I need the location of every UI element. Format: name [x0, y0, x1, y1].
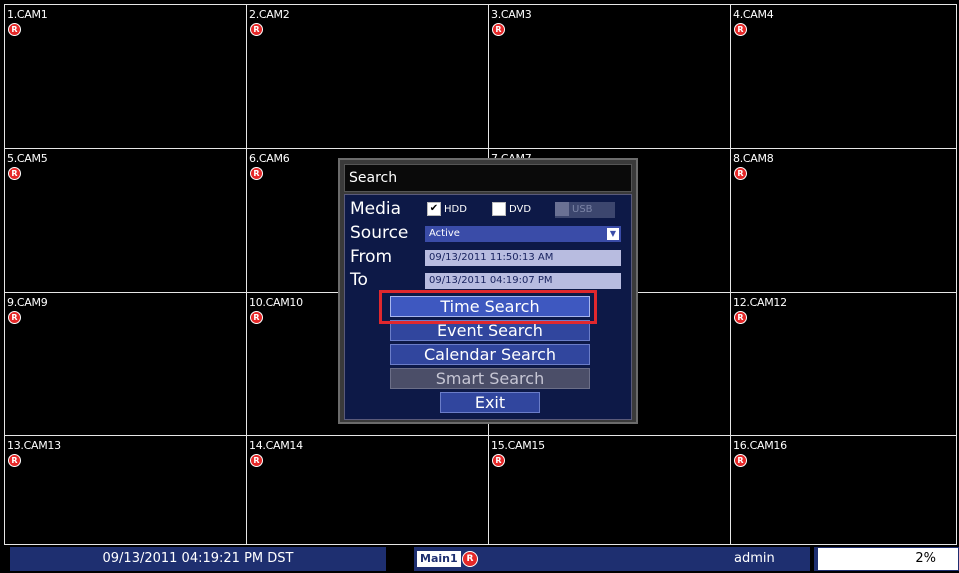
record-icon: R	[462, 551, 478, 567]
source-select[interactable]: Active ▼	[425, 226, 621, 242]
record-icon: R	[734, 311, 747, 324]
status-bar: 09/13/2011 04:19:21 PM DST Main1 R admin…	[0, 545, 959, 573]
datetime-display: 09/13/2011 04:19:21 PM DST	[10, 547, 386, 571]
camera-tile[interactable]: 4.CAM4 R	[730, 4, 957, 149]
to-label: To	[350, 270, 368, 290]
record-icon: R	[8, 311, 21, 324]
record-icon: R	[492, 454, 505, 467]
camera-tile[interactable]: 14.CAM14 R	[246, 435, 489, 545]
usb-checkbox: USB	[555, 202, 615, 218]
exit-button[interactable]: Exit	[440, 392, 540, 413]
camera-tile[interactable]: 8.CAM8 R	[730, 148, 957, 293]
camera-label: 2.CAM2	[249, 8, 290, 21]
record-icon: R	[8, 454, 21, 467]
source-label: Source	[350, 223, 409, 243]
camera-label: 6.CAM6	[249, 152, 290, 165]
user-label: admin	[734, 551, 775, 566]
usb-label: USB	[572, 204, 593, 215]
main-display-chip[interactable]: Main1	[417, 551, 461, 567]
record-icon: R	[250, 167, 263, 180]
camera-tile[interactable]: 2.CAM2 R	[246, 4, 489, 149]
camera-label: 9.CAM9	[7, 296, 48, 309]
to-field[interactable]: 09/13/2011 04:19:07 PM	[425, 273, 621, 289]
hdd-usage-gauge: 2%	[814, 547, 959, 571]
time-search-highlight	[379, 290, 597, 324]
from-label: From	[350, 247, 393, 267]
dvd-checkbox[interactable]: DVD	[492, 202, 531, 218]
source-value: Active	[429, 228, 460, 239]
camera-tile[interactable]: 15.CAM15 R	[488, 435, 731, 545]
chevron-down-icon[interactable]: ▼	[607, 228, 619, 240]
camera-label: 4.CAM4	[733, 8, 774, 21]
camera-label: 8.CAM8	[733, 152, 774, 165]
camera-tile[interactable]: 16.CAM16 R	[730, 435, 957, 545]
record-icon: R	[492, 23, 505, 36]
camera-tile[interactable]: 13.CAM13 R	[4, 435, 247, 545]
dvd-label: DVD	[509, 204, 532, 215]
hdd-usage-text: 2%	[915, 551, 936, 566]
checkmark-icon: ✔	[427, 202, 441, 216]
record-icon: R	[734, 167, 747, 180]
dialog-title: Search	[344, 164, 632, 192]
camera-tile[interactable]: 12.CAM12 R	[730, 292, 957, 436]
camera-tile[interactable]: 1.CAM1 R	[4, 4, 247, 149]
camera-label: 14.CAM14	[249, 439, 303, 452]
record-icon: R	[734, 454, 747, 467]
record-icon: R	[8, 23, 21, 36]
camera-label: 3.CAM3	[491, 8, 532, 21]
hdd-usage-fill	[815, 548, 818, 570]
record-icon: R	[250, 454, 263, 467]
record-icon: R	[734, 23, 747, 36]
calendar-search-button[interactable]: Calendar Search	[390, 344, 590, 365]
camera-label: 10.CAM10	[249, 296, 303, 309]
smart-search-button[interactable]: Smart Search	[390, 368, 590, 389]
camera-tile[interactable]: 5.CAM5 R	[4, 148, 247, 293]
camera-label: 5.CAM5	[7, 152, 48, 165]
record-icon: R	[250, 311, 263, 324]
camera-label: 12.CAM12	[733, 296, 787, 309]
camera-label: 16.CAM16	[733, 439, 787, 452]
camera-tile[interactable]: 9.CAM9 R	[4, 292, 247, 436]
channel-bar: Main1 R admin	[414, 547, 810, 571]
camera-label: 1.CAM1	[7, 8, 48, 21]
camera-tile[interactable]: 3.CAM3 R	[488, 4, 731, 149]
hdd-label: HDD	[444, 204, 467, 215]
record-icon: R	[250, 23, 263, 36]
record-icon: R	[8, 167, 21, 180]
camera-label: 15.CAM15	[491, 439, 545, 452]
hdd-checkbox[interactable]: ✔ HDD	[427, 202, 467, 218]
camera-label: 13.CAM13	[7, 439, 61, 452]
media-label: Media	[350, 199, 402, 219]
from-field[interactable]: 09/13/2011 11:50:13 AM	[425, 250, 621, 266]
